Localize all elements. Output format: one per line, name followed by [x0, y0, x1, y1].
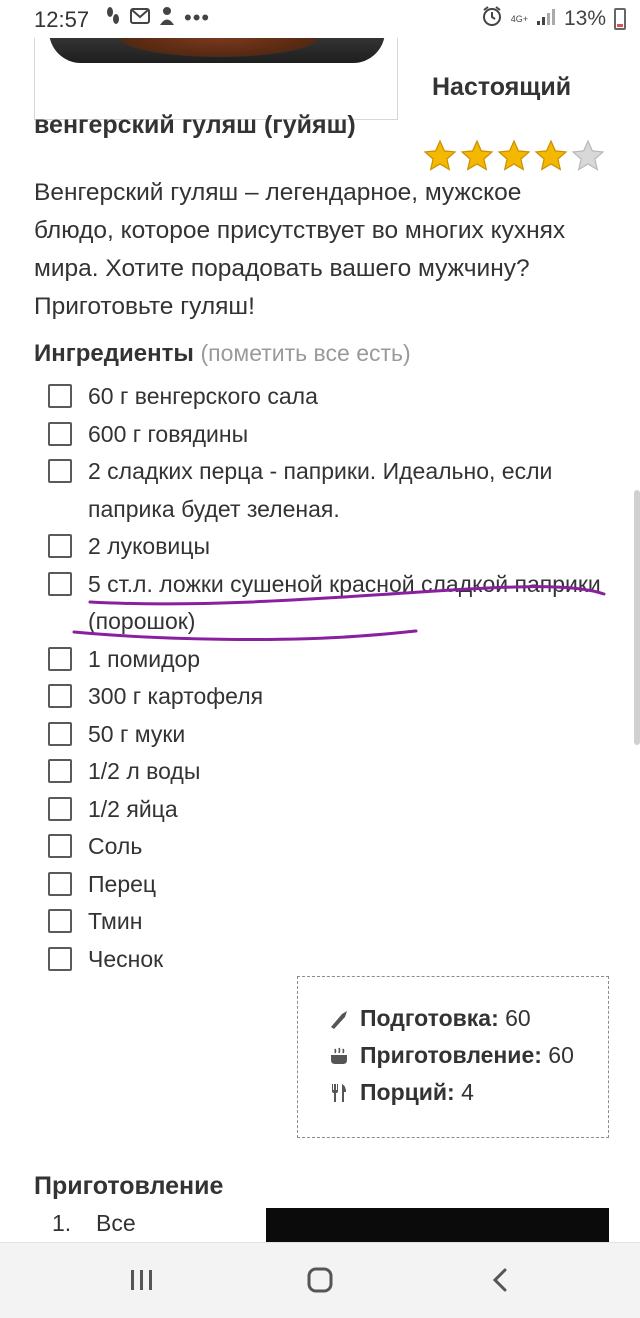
scrollbar[interactable]	[634, 490, 640, 745]
ingredient-item: Тмин	[48, 903, 608, 941]
star-filled-icon[interactable]	[422, 138, 458, 174]
ingredient-item: Перец	[48, 866, 608, 904]
ingredient-checkbox[interactable]	[48, 796, 72, 821]
handwritten-underline	[72, 585, 606, 641]
meta-prep-value: 60	[505, 1005, 531, 1031]
ingredient-text: Перец	[88, 870, 157, 897]
ingredient-item: Чеснок	[48, 941, 608, 979]
network-type: 4G+	[510, 13, 528, 24]
ingredient-item: 1/2 яйца	[48, 791, 608, 829]
mark-all-link[interactable]: (пометить все есть)	[201, 340, 411, 366]
meta-servings-value: 4	[461, 1079, 474, 1105]
preparation-step: 1. Все	[52, 1210, 136, 1237]
ingredient-item: 2 сладких перца - паприки. Идеально, есл…	[48, 453, 608, 528]
step-text: Все	[96, 1210, 136, 1236]
battery-percent: 13%	[563, 7, 606, 30]
step-photo	[266, 1208, 609, 1242]
ingredient-text: 300 г картофеля	[88, 683, 264, 709]
recipe-photo	[49, 38, 385, 63]
cooking-pot-icon	[328, 1045, 350, 1067]
ingredient-text: 1/2 л воды	[88, 758, 201, 784]
recent-apps-icon	[131, 1270, 152, 1290]
rating-stars[interactable]	[422, 138, 606, 174]
navigation-bar	[0, 1242, 640, 1318]
star-empty-icon[interactable]	[570, 138, 606, 174]
ingredient-checkbox[interactable]	[48, 534, 72, 558]
meta-servings-label: Порций:	[360, 1079, 455, 1105]
recipe-page: Настоящий венгерский гуляш (гуйяш) Венге…	[0, 38, 640, 1242]
back-button[interactable]	[480, 1265, 520, 1295]
more-icon: •••	[184, 5, 211, 30]
back-icon	[492, 1268, 507, 1292]
meta-cook-label: Приготовление:	[360, 1042, 542, 1068]
preparation-heading: Приготовление	[34, 1172, 224, 1200]
ingredient-item: 2 луковицы	[48, 528, 608, 566]
ingredient-item: 60 г венгерского сала	[48, 378, 608, 416]
ingredient-checkbox[interactable]	[48, 459, 72, 483]
recipe-description: Венгерский гуляш – легендарное, мужское …	[34, 179, 566, 320]
ingredient-text: 600 г говядины	[88, 420, 249, 447]
meta-cook-row: Приготовление: 60	[328, 1042, 574, 1069]
ingredient-checkbox[interactable]	[48, 759, 72, 783]
ingredient-text: Тмин	[88, 908, 143, 934]
ingredient-item: 1/2 л воды	[48, 753, 608, 791]
steps-icon	[104, 6, 122, 31]
ingredient-text: 1/2 яйца	[88, 795, 178, 822]
ingredient-text: Соль	[88, 833, 143, 859]
status-notification-icons: •••	[104, 5, 210, 31]
ingredient-text: 2 сладких перца - паприки. Идеально, есл…	[88, 458, 553, 522]
ingredients-list: 60 г венгерского сала 600 г говядины 2 сла…	[48, 378, 608, 978]
meta-servings-row: Порций: 4	[328, 1079, 474, 1106]
status-system-icons: 4G+ 13%	[481, 5, 626, 33]
status-bar: 12:57 ••• 4G+ 13%	[0, 0, 640, 38]
step-number: 1.	[52, 1210, 72, 1236]
status-time: 12:57	[34, 7, 90, 32]
star-filled-icon[interactable]	[459, 138, 495, 174]
ingredient-text: 60 г венгерского сала	[88, 383, 318, 409]
ingredients-heading: Ингредиенты (пометить все есть)	[34, 340, 411, 368]
ingredient-text: 2 луковицы	[88, 533, 210, 559]
home-icon	[307, 1267, 333, 1293]
ingredient-checkbox[interactable]	[48, 834, 72, 858]
ingredient-checkbox[interactable]	[48, 871, 72, 896]
ingredient-item: 50 г муки	[48, 716, 608, 754]
meta-prep-row: Подготовка: 60	[328, 1005, 531, 1032]
ingredient-item: Соль	[48, 828, 608, 866]
ingredient-checkbox[interactable]	[48, 721, 72, 746]
ingredient-checkbox[interactable]	[48, 421, 72, 446]
recipe-meta-box: Подготовка: 60 Приготовление: 60 Порций:…	[297, 976, 609, 1138]
ingredient-item: 300 г картофеля	[48, 678, 608, 716]
ingredient-checkbox[interactable]	[48, 946, 72, 971]
recipe-title-line1: Настоящий	[432, 73, 572, 101]
signal-icon	[536, 6, 556, 32]
person-icon	[158, 6, 176, 31]
recent-apps-button[interactable]	[122, 1265, 162, 1295]
ingredient-checkbox[interactable]	[48, 684, 72, 708]
meta-cook-value: 60	[548, 1042, 574, 1068]
recipe-title-line2: венгерский гуляш (гуйяш)	[34, 111, 356, 139]
alarm-icon	[481, 5, 503, 33]
battery-icon	[614, 8, 626, 30]
ingredient-checkbox[interactable]	[48, 384, 72, 408]
ingredient-text: Чеснок	[88, 945, 164, 972]
home-button[interactable]	[300, 1265, 340, 1295]
star-filled-icon[interactable]	[496, 138, 532, 174]
ingredient-checkbox[interactable]	[48, 909, 72, 933]
meta-prep-label: Подготовка:	[360, 1005, 499, 1031]
fork-knife-icon	[328, 1082, 350, 1104]
message-icon	[130, 7, 150, 30]
knife-icon	[328, 1008, 350, 1030]
ingredient-text: 50 г муки	[88, 720, 186, 747]
ingredient-item: 600 г говядины	[48, 416, 608, 454]
ingredients-title: Ингредиенты	[34, 340, 194, 367]
star-filled-icon[interactable]	[533, 138, 569, 174]
